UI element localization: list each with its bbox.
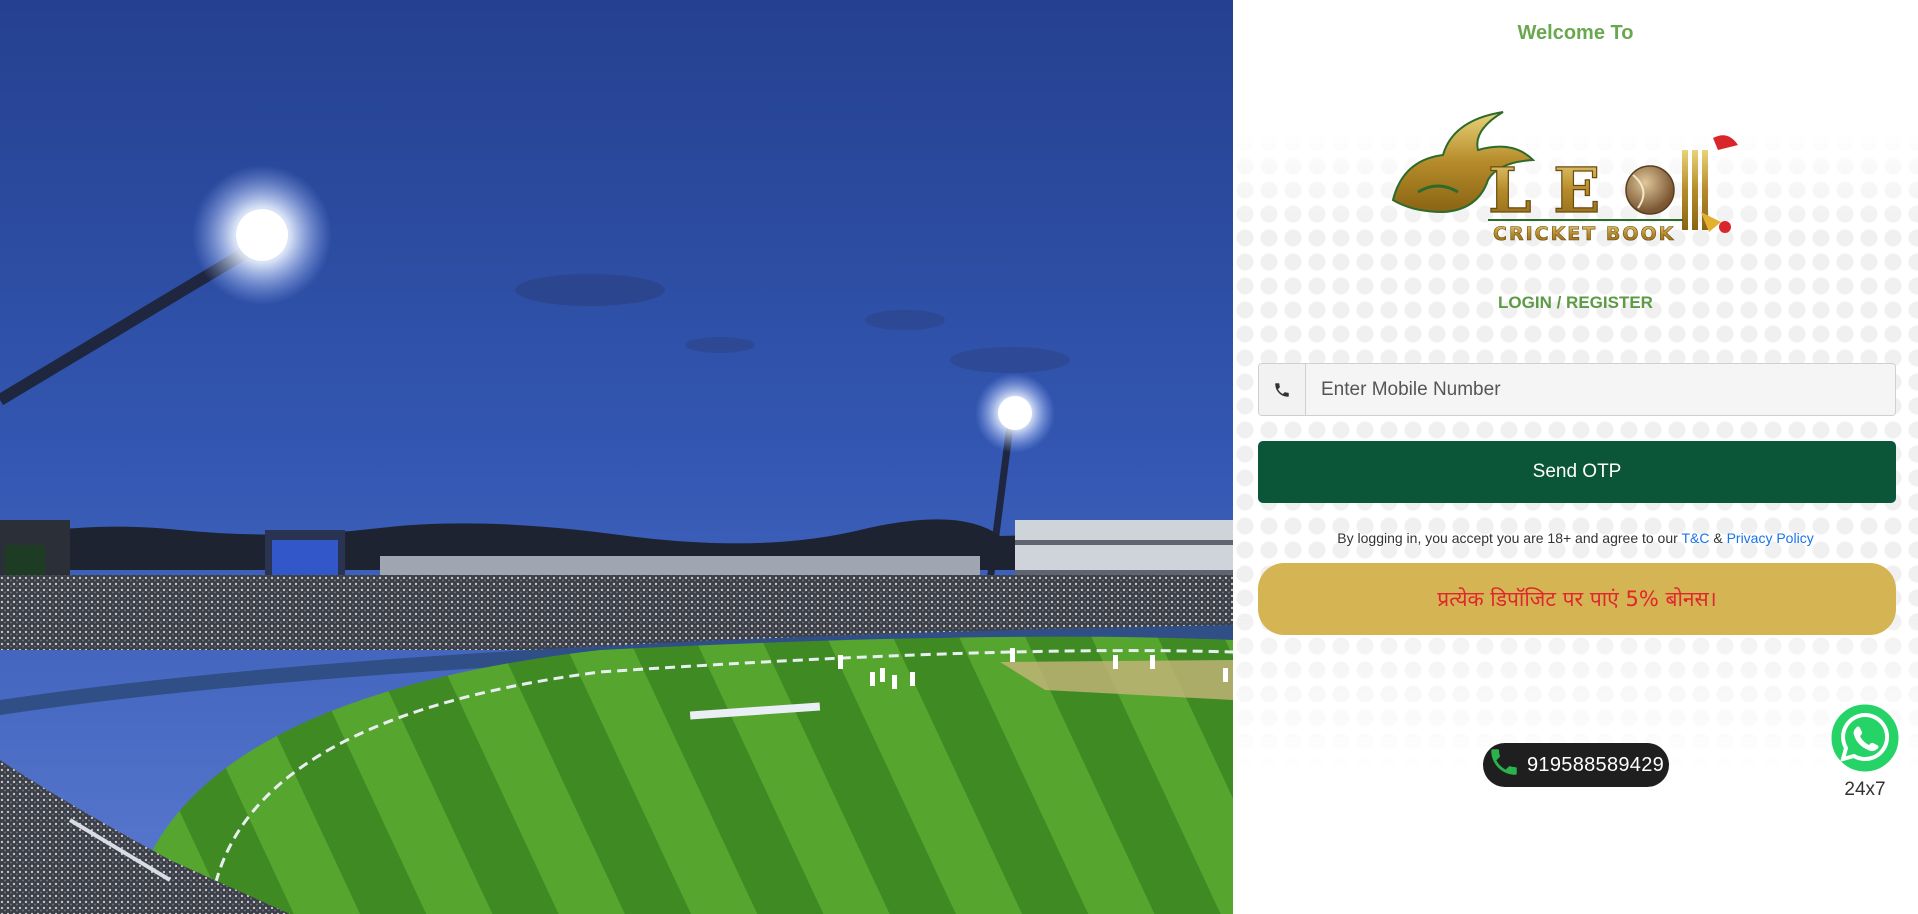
phone-icon (1259, 364, 1306, 415)
welcome-heading: Welcome To (1517, 22, 1634, 44)
whatsapp-label: 24x7 (1844, 779, 1886, 800)
phone-number: 919588589429 (1527, 753, 1665, 776)
deposit-bonus-banner: प्रत्येक डिपॉजिट पर पाएं 5% बोनस। (1258, 563, 1896, 635)
terms-text: By logging in, you accept you are 18+ an… (1337, 530, 1678, 546)
svg-text:CRICKET BOOK: CRICKET BOOK (1493, 223, 1675, 245)
terms-notice: By logging in, you accept you are 18+ an… (1233, 530, 1918, 546)
tc-link[interactable]: T&C (1681, 530, 1709, 546)
login-register-heading: LOGIN / REGISTER (1498, 293, 1653, 312)
whatsapp-icon (1827, 701, 1903, 780)
whatsapp-button[interactable]: 24x7 (1825, 700, 1905, 801)
terms-ampersand: & (1713, 530, 1723, 546)
call-button[interactable]: 919588589429 (1483, 743, 1669, 787)
login-page: Welcome To L E CRICKET BOOK LOGIN / REGI… (0, 0, 1918, 914)
leo-cricket-book-logo: L E CRICKET BOOK (1383, 100, 1763, 250)
send-otp-button[interactable]: Send OTP (1258, 441, 1896, 503)
mobile-number-input[interactable] (1306, 364, 1895, 415)
login-panel: Welcome To L E CRICKET BOOK LOGIN / REGI… (1233, 0, 1918, 914)
svg-text:L E: L E (1488, 154, 1600, 227)
phone-icon (1487, 745, 1521, 785)
stadium-hero-image (0, 0, 1233, 914)
privacy-policy-link[interactable]: Privacy Policy (1727, 530, 1814, 546)
mobile-number-field (1258, 363, 1896, 416)
